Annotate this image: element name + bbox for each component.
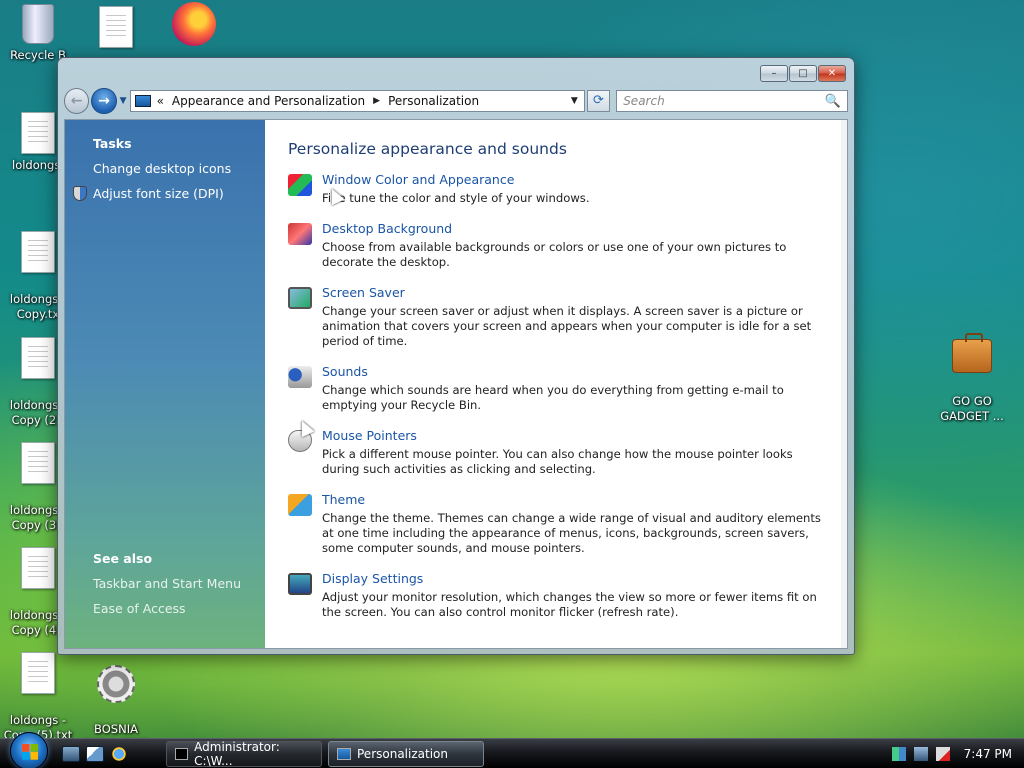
text-file-icon: [21, 547, 55, 589]
tasks-heading: Tasks: [93, 136, 132, 151]
back-button[interactable]: ←: [64, 88, 90, 114]
desktop-icon-recycle-bin[interactable]: Recycle B: [0, 4, 76, 63]
network-icon[interactable]: [891, 746, 906, 761]
internet-explorer-icon[interactable]: [110, 745, 128, 762]
change-desktop-icons-link[interactable]: Change desktop icons: [93, 161, 265, 176]
clock[interactable]: 7:47 PM: [964, 747, 1012, 761]
list-item: Sounds Change which sounds are heard when…: [288, 364, 827, 413]
minimize-button[interactable]: –: [760, 65, 788, 82]
sounds-link[interactable]: Sounds: [322, 364, 827, 379]
window-color-icon: [288, 172, 322, 206]
window-controls: – □ ✕: [759, 65, 846, 82]
item-description: Change your screen saver or adjust when …: [322, 304, 812, 348]
text-file-icon: [21, 337, 55, 379]
switch-windows-icon[interactable]: [86, 745, 104, 762]
text-file-icon: [21, 112, 55, 154]
uac-shield-icon: [73, 186, 87, 201]
mouse-pointers-link[interactable]: Mouse Pointers: [322, 428, 827, 443]
item-description: Choose from available backgrounds or col…: [322, 240, 787, 269]
text-file-icon: [99, 6, 133, 48]
desktop-icon-file[interactable]: [78, 6, 154, 52]
search-placeholder: Search: [623, 94, 665, 108]
address-bar[interactable]: « Appearance and Personalization ▶ Perso…: [129, 90, 585, 112]
see-also-heading: See also: [93, 551, 153, 566]
taskbar-button-label: Administrator: C:\W...: [194, 739, 280, 768]
gear-icon: [97, 665, 135, 703]
desktop-icon-firefox[interactable]: [156, 2, 232, 46]
taskbar: Administrator: C:\W... Personalization 7…: [0, 731, 1024, 768]
window-color-link[interactable]: Window Color and Appearance: [322, 172, 827, 187]
adjust-font-size-link[interactable]: Adjust font size (DPI): [93, 186, 265, 201]
page-title: Personalize appearance and sounds: [288, 140, 567, 158]
ease-of-access-link[interactable]: Ease of Access: [93, 601, 241, 616]
firefox-icon: [172, 2, 216, 46]
list-item: Theme Change the theme. Themes can change…: [288, 492, 827, 556]
command-prompt-icon: [175, 747, 189, 760]
show-desktop-icon[interactable]: [62, 745, 80, 762]
address-overflow[interactable]: «: [157, 94, 164, 108]
personalization-window: – □ ✕ ← → ▼ « Appearance and Personaliza…: [57, 57, 855, 655]
taskbar-button-personalization[interactable]: Personalization: [328, 740, 484, 767]
sounds-icon: [288, 364, 322, 413]
recycle-bin-icon: [22, 4, 54, 44]
tasks-pane: Tasks Change desktop icons Adjust font s…: [65, 120, 265, 648]
start-button[interactable]: [10, 731, 48, 768]
item-description: Change which sounds are heard when you d…: [322, 383, 784, 412]
list-item: Screen Saver Change your screen saver or …: [288, 285, 827, 349]
control-panel-icon: [337, 747, 351, 760]
scrollbar[interactable]: [841, 120, 847, 648]
maximize-button[interactable]: □: [789, 65, 817, 82]
breadcrumb-personalization[interactable]: Personalization: [388, 94, 479, 108]
search-input[interactable]: Search 🔍: [616, 90, 848, 112]
screen-saver-icon: [288, 285, 322, 349]
taskbar-start-menu-link[interactable]: Taskbar and Start Menu: [93, 576, 241, 591]
desktop-icon-go-go-gadget[interactable]: GO GO GADGET ...: [934, 318, 1010, 439]
control-panel-icon: [134, 95, 151, 107]
content-area: Tasks Change desktop icons Adjust font s…: [64, 119, 848, 649]
display-settings-icon: [288, 571, 322, 620]
breadcrumb-appearance[interactable]: Appearance and Personalization: [172, 94, 365, 108]
desktop-icon-label: GO GO GADGET ...: [940, 394, 1004, 423]
list-item: Mouse Pointers Pick a different mouse poi…: [288, 428, 827, 477]
briefcase-icon: [952, 333, 992, 373]
display-icon[interactable]: [913, 746, 928, 761]
breadcrumb-separator[interactable]: ▶: [373, 96, 380, 106]
display-settings-link[interactable]: Display Settings: [322, 571, 827, 586]
close-button[interactable]: ✕: [818, 65, 846, 82]
navigation-bar: ← → ▼ « Appearance and Personalization ▶…: [64, 87, 848, 115]
item-description: Adjust your monitor resolution, which ch…: [322, 590, 817, 619]
address-dropdown[interactable]: ▼: [571, 96, 578, 106]
item-description: Change the theme. Themes can change a wi…: [322, 511, 821, 555]
screen-saver-link[interactable]: Screen Saver: [322, 285, 827, 300]
forward-button[interactable]: →: [91, 88, 117, 114]
volume-muted-icon[interactable]: [935, 746, 950, 761]
see-also-section: See also Taskbar and Start Menu Ease of …: [93, 551, 241, 626]
recent-pages-dropdown[interactable]: ▼: [120, 96, 127, 106]
theme-icon: [288, 492, 322, 556]
desktop-background-icon: [288, 221, 322, 270]
text-file-icon: [21, 231, 55, 273]
text-file-icon: [21, 442, 55, 484]
system-tray: 7:47 PM: [882, 739, 1024, 768]
main-pane: Personalize appearance and sounds Window…: [265, 120, 847, 648]
taskbar-button-command-prompt[interactable]: Administrator: C:\W...: [166, 739, 322, 768]
list-item: Window Color and Appearance Fine tune the…: [288, 172, 827, 206]
list-item: Display Settings Adjust your monitor reso…: [288, 571, 827, 620]
text-file-icon: [21, 652, 55, 694]
list-item: Desktop Background Choose from available …: [288, 221, 827, 270]
search-icon[interactable]: 🔍: [825, 94, 841, 109]
item-description: Fine tune the color and style of your wi…: [322, 191, 590, 205]
item-description: Pick a different mouse pointer. You can …: [322, 447, 793, 476]
refresh-button[interactable]: ⟳: [586, 90, 611, 112]
taskbar-button-label: Personalization: [357, 746, 448, 761]
theme-link[interactable]: Theme: [322, 492, 827, 507]
desktop-background-link[interactable]: Desktop Background: [322, 221, 827, 236]
